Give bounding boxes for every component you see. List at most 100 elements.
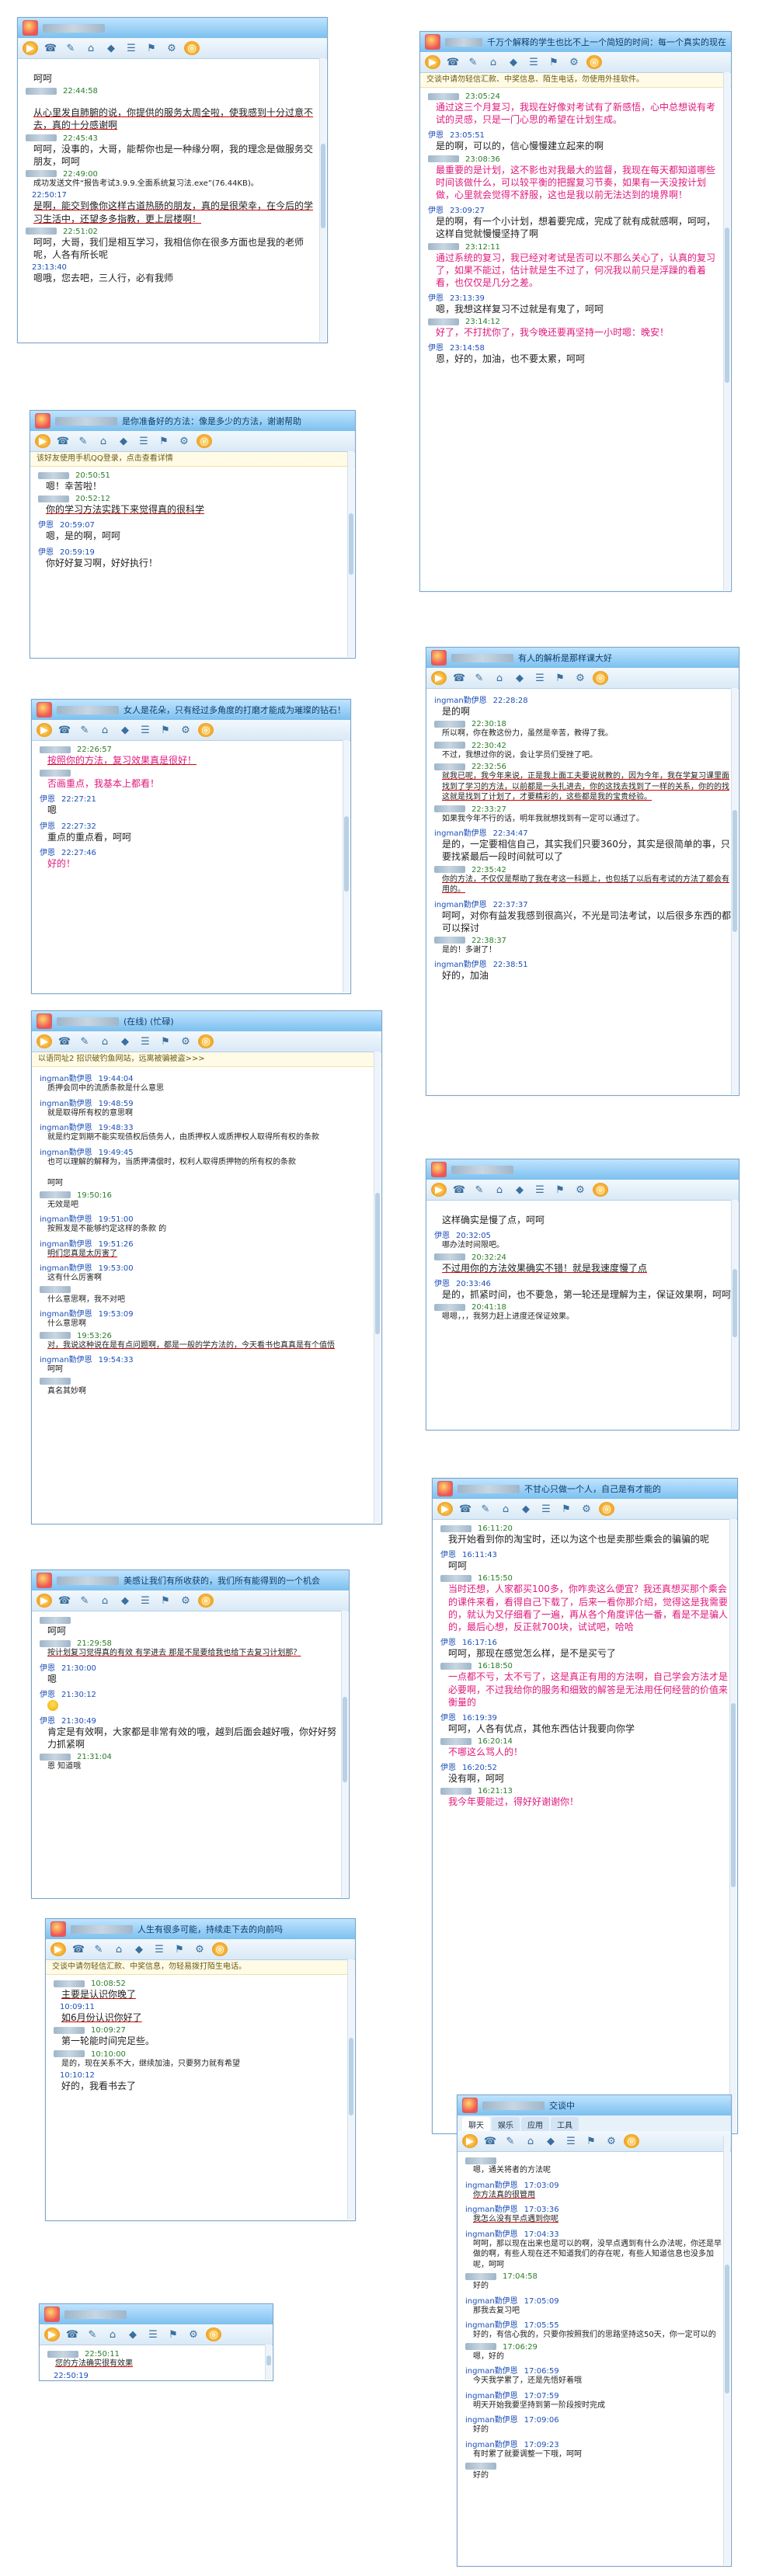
remote-assist-icon[interactable]: ⌂ xyxy=(83,41,99,55)
voice-call-icon[interactable]: ☎ xyxy=(451,671,467,685)
voice-call-icon[interactable]: ☎ xyxy=(451,1183,467,1197)
app-icon[interactable]: ◆ xyxy=(543,2134,558,2148)
voice-call-icon[interactable]: ☎ xyxy=(43,41,58,55)
scrollbar-thumb[interactable] xyxy=(731,1703,736,1887)
contact-avatar[interactable] xyxy=(37,1013,52,1029)
chat-scrollbar[interactable] xyxy=(347,451,354,657)
app-icon[interactable]: ◆ xyxy=(131,1942,147,1956)
video-call-icon[interactable]: ▶ xyxy=(37,1594,52,1608)
settings-icon[interactable]: ⚙ xyxy=(192,1942,207,1956)
app-icon[interactable]: ◆ xyxy=(103,41,119,55)
remote-assist-icon[interactable]: ⌂ xyxy=(105,2327,120,2341)
block-icon[interactable]: ⚑ xyxy=(552,671,568,685)
settings-icon[interactable]: ⚙ xyxy=(176,434,192,448)
more-icon[interactable]: ◎ xyxy=(212,1942,228,1956)
window-titlebar[interactable] xyxy=(40,2304,273,2324)
send-file-icon[interactable]: ✎ xyxy=(63,41,78,55)
chat-scrollbar[interactable] xyxy=(723,2136,730,2565)
security-notice[interactable]: 交谈中请勿轻信汇款、中奖信息、陌生电话，勿使用外挂软件。 xyxy=(420,73,731,88)
send-file-icon[interactable]: ✎ xyxy=(77,723,92,737)
settings-icon[interactable]: ⚙ xyxy=(178,723,193,737)
app-icon[interactable]: ◆ xyxy=(117,723,133,737)
app-icon[interactable]: ◆ xyxy=(125,2327,141,2341)
remote-assist-icon[interactable]: ⌂ xyxy=(523,2134,538,2148)
chat-scrollbar[interactable] xyxy=(731,688,738,1094)
contact-avatar[interactable] xyxy=(44,2307,60,2322)
scrollbar-thumb[interactable] xyxy=(725,2264,729,2393)
security-notice[interactable]: 该好友使用手机QQ登录，点击查看详情 xyxy=(30,452,355,467)
block-icon[interactable]: ⚑ xyxy=(172,1942,187,1956)
app-icon[interactable]: ◆ xyxy=(117,1034,133,1048)
settings-icon[interactable]: ⚙ xyxy=(572,1183,588,1197)
more-icon[interactable]: ◎ xyxy=(593,671,608,685)
scrollbar-thumb[interactable] xyxy=(266,2355,271,2366)
scrollbar-thumb[interactable] xyxy=(343,1696,347,1783)
window-titlebar[interactable]: 女人是花朵，只有经过多角度的打磨才能成为璀璨的钻石！ xyxy=(32,700,350,720)
scrollbar-thumb[interactable] xyxy=(344,815,349,892)
remote-assist-icon[interactable]: ⌂ xyxy=(485,55,501,69)
voice-call-icon[interactable]: ☎ xyxy=(445,55,461,69)
remote-assist-icon[interactable]: ⌂ xyxy=(96,434,111,448)
block-icon[interactable]: ⚑ xyxy=(558,1502,574,1516)
more-icon[interactable]: ◎ xyxy=(198,1594,214,1608)
block-icon[interactable]: ⚑ xyxy=(546,55,562,69)
security-notice[interactable]: 以语同址2 招识破钓鱼网站，远离被骗被盗>>> xyxy=(32,1052,381,1067)
send-file-icon[interactable]: ✎ xyxy=(77,1594,92,1608)
more-icon[interactable]: ◎ xyxy=(206,2327,221,2341)
send-file-icon[interactable]: ✎ xyxy=(75,434,91,448)
voice-call-icon[interactable]: ☎ xyxy=(55,434,71,448)
chat-scrollbar[interactable] xyxy=(374,1052,381,1523)
video-call-icon[interactable]: ▶ xyxy=(23,41,38,55)
contact-avatar[interactable] xyxy=(37,702,52,718)
settings-icon[interactable]: ⚙ xyxy=(604,2134,619,2148)
app-icon[interactable]: ◆ xyxy=(506,55,521,69)
window-titlebar[interactable]: (在线) (忙碌) xyxy=(32,1011,381,1031)
chat-scrollbar[interactable] xyxy=(265,2345,272,2380)
block-icon[interactable]: ⚑ xyxy=(158,723,173,737)
chat-scrollbar[interactable] xyxy=(343,740,350,993)
settings-icon[interactable]: ⚙ xyxy=(579,1502,594,1516)
send-file-icon[interactable]: ✎ xyxy=(85,2327,100,2341)
chat-scrollbar[interactable] xyxy=(319,58,326,342)
scrollbar-thumb[interactable] xyxy=(349,513,353,575)
block-icon[interactable]: ⚑ xyxy=(583,2134,599,2148)
chat-scrollbar[interactable] xyxy=(729,1519,736,2133)
remote-assist-icon[interactable]: ⌂ xyxy=(492,1183,507,1197)
remote-assist-icon[interactable]: ⌂ xyxy=(97,723,113,737)
group-icon[interactable]: ☰ xyxy=(137,1034,153,1048)
settings-icon[interactable]: ⚙ xyxy=(572,671,588,685)
group-icon[interactable]: ☰ xyxy=(563,2134,579,2148)
video-call-icon[interactable]: ▶ xyxy=(462,2134,478,2148)
video-call-icon[interactable]: ▶ xyxy=(425,55,440,69)
video-call-icon[interactable]: ▶ xyxy=(44,2327,60,2341)
group-icon[interactable]: ☰ xyxy=(532,671,548,685)
contact-avatar[interactable] xyxy=(437,1481,453,1497)
block-icon[interactable]: ⚑ xyxy=(552,1183,568,1197)
scrollbar-thumb[interactable] xyxy=(732,809,737,932)
more-icon[interactable]: ◎ xyxy=(599,1502,614,1516)
voice-call-icon[interactable]: ☎ xyxy=(482,2134,498,2148)
video-call-icon[interactable]: ▶ xyxy=(431,1183,447,1197)
settings-icon[interactable]: ⚙ xyxy=(178,1034,193,1048)
chat-scrollbar[interactable] xyxy=(341,1611,348,1897)
window-titlebar[interactable]: 是你准备好的方法：像是多少的方法，谢谢帮助 xyxy=(30,411,355,431)
send-file-icon[interactable]: ✎ xyxy=(471,671,487,685)
send-file-icon[interactable]: ✎ xyxy=(465,55,481,69)
contact-avatar[interactable] xyxy=(50,1921,66,1937)
send-file-icon[interactable]: ✎ xyxy=(478,1502,493,1516)
window-titlebar[interactable]: 有人的解析是那样课大好 xyxy=(426,648,739,668)
tab-2[interactable]: 应用 xyxy=(521,2117,549,2131)
group-icon[interactable]: ☰ xyxy=(145,2327,161,2341)
group-icon[interactable]: ☰ xyxy=(124,41,139,55)
voice-call-icon[interactable]: ☎ xyxy=(458,1502,473,1516)
app-icon[interactable]: ◆ xyxy=(512,1183,527,1197)
contact-avatar[interactable] xyxy=(431,650,447,666)
app-icon[interactable]: ◆ xyxy=(117,1594,133,1608)
remote-assist-icon[interactable]: ⌂ xyxy=(111,1942,127,1956)
voice-call-icon[interactable]: ☎ xyxy=(57,723,72,737)
video-call-icon[interactable]: ▶ xyxy=(50,1942,66,1956)
settings-icon[interactable]: ⚙ xyxy=(186,2327,201,2341)
chat-scrollbar[interactable] xyxy=(723,72,730,590)
settings-icon[interactable]: ⚙ xyxy=(178,1594,193,1608)
video-call-icon[interactable]: ▶ xyxy=(35,434,50,448)
